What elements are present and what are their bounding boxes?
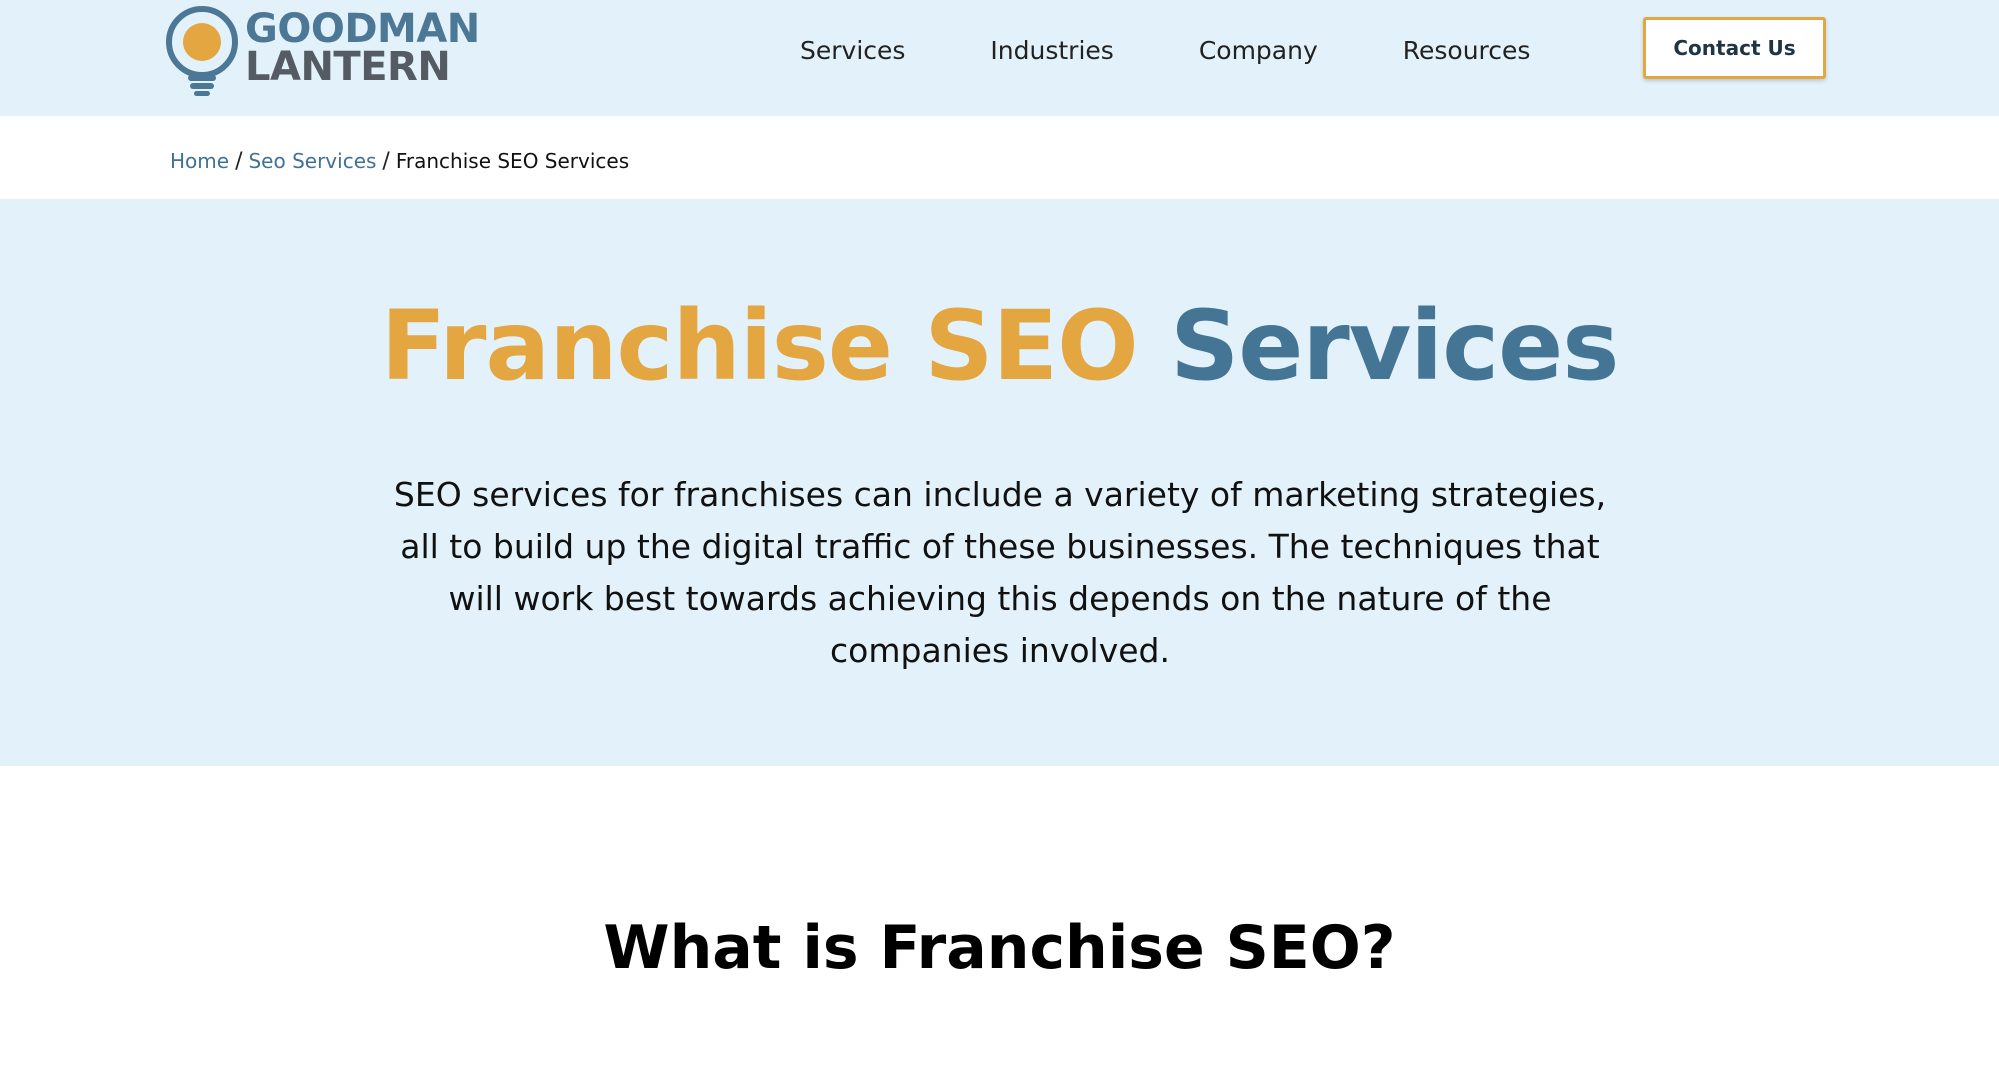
- nav-services[interactable]: Services: [800, 36, 905, 65]
- breadcrumb-seo-services[interactable]: Seo Services: [248, 149, 376, 173]
- logo-line-2: LANTERN: [245, 44, 451, 90]
- logo-line-1: GOODMAN: [245, 6, 480, 52]
- nav-resources[interactable]: Resources: [1403, 36, 1531, 65]
- page-title-primary: Services: [1170, 290, 1619, 402]
- breadcrumb: Home / Seo Services / Franchise SEO Services: [170, 146, 629, 176]
- nav-industries[interactable]: Industries: [990, 36, 1113, 65]
- page-title-accent: Franchise SEO: [380, 290, 1139, 402]
- hero-description: SEO services for franchises can include …: [393, 475, 1607, 670]
- breadcrumb-current: Franchise SEO Services: [395, 149, 630, 173]
- nav-company[interactable]: Company: [1199, 36, 1318, 65]
- logo-link[interactable]: GOODMAN LANTERN: [165, 2, 480, 98]
- section-title: What is Franchise SEO?: [603, 913, 1396, 983]
- breadcrumb-separator: /: [235, 149, 243, 174]
- page-title: Franchise SEO Services: [0, 291, 1999, 401]
- hero-section: Franchise SEO Services SEO services for …: [0, 199, 1999, 766]
- main-nav: Services Industries Company Resources: [800, 0, 1530, 100]
- breadcrumb-separator: /: [382, 149, 390, 174]
- site-header: GOODMAN LANTERN Services Industries Comp…: [0, 0, 1999, 116]
- lightbulb-icon: [166, 6, 238, 96]
- contact-us-button[interactable]: Contact Us: [1643, 17, 1826, 79]
- breadcrumb-home[interactable]: Home: [170, 149, 229, 173]
- logo-text: GOODMAN LANTERN: [245, 6, 480, 90]
